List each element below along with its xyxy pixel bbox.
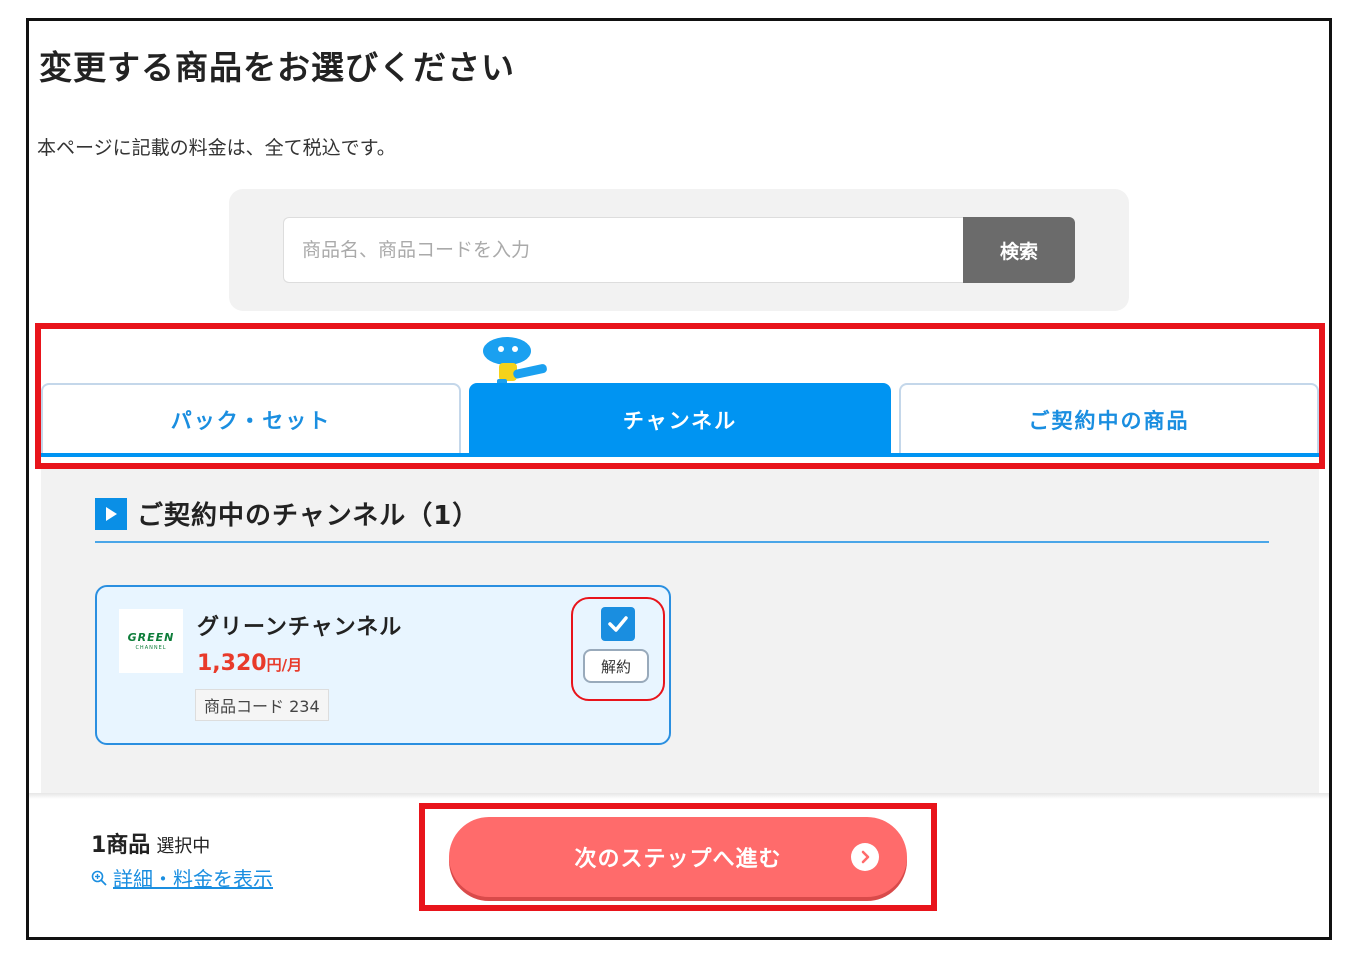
section-divider <box>95 541 1269 543</box>
price-amount: 1,320 <box>197 651 267 676</box>
selected-text: 選択中 <box>156 836 211 857</box>
tab-underline <box>41 453 1319 457</box>
check-icon <box>608 616 628 632</box>
section-title: ご契約中のチャンネル（1） <box>137 501 480 531</box>
page-title: 変更する商品をお選びください <box>39 48 515 87</box>
chevron-right-icon <box>851 843 879 871</box>
tab-bar: パック・セット チャンネル ご契約中の商品 <box>41 329 1319 463</box>
logo-subtext: CHANNEL <box>135 645 167 651</box>
product-name: グリーンチャンネル <box>197 615 403 640</box>
tab-contracted-products[interactable]: ご契約中の商品 <box>899 383 1319 455</box>
zoom-icon <box>91 870 107 886</box>
footer-divider <box>29 793 1329 799</box>
product-card[interactable]: GREEN CHANNEL グリーンチャンネル 1,320円/月 商品コード 2… <box>95 585 671 745</box>
price-unit: 円/月 <box>266 656 303 674</box>
product-code: 商品コード 234 <box>195 689 329 721</box>
tab-channel[interactable]: チャンネル <box>469 383 891 455</box>
play-icon <box>95 497 127 530</box>
product-price: 1,320円/月 <box>197 651 302 676</box>
search-button[interactable]: 検索 <box>963 217 1075 283</box>
detail-price-link[interactable]: 詳細・料金を表示 <box>91 863 273 892</box>
section-heading: ご契約中のチャンネル（1） <box>95 495 479 532</box>
tab-pack-set[interactable]: パック・セット <box>41 383 461 455</box>
channel-list-area: ご契約中のチャンネル（1） GREEN CHANNEL グリーンチャンネル 1,… <box>41 469 1319 799</box>
cancel-checkbox[interactable] <box>601 607 635 641</box>
tax-note: 本ページに記載の料金は、全て税込です。 <box>37 137 396 159</box>
search-panel: 検索 <box>229 189 1129 311</box>
next-step-button[interactable]: 次のステップへ進む <box>449 817 907 897</box>
product-logo: GREEN CHANNEL <box>119 609 183 673</box>
detail-link-text[interactable]: 詳細・料金を表示 <box>113 863 273 892</box>
cancel-label[interactable]: 解約 <box>583 649 649 683</box>
next-step-label: 次のステップへ進む <box>574 847 782 872</box>
selected-count: 1商品 <box>91 833 151 858</box>
logo-text: GREEN <box>127 631 175 644</box>
page-frame: 変更する商品をお選びください 本ページに記載の料金は、全て税込です。 検索 パッ… <box>26 18 1332 940</box>
mascot-icon <box>483 337 547 387</box>
search-input[interactable] <box>283 217 963 283</box>
selected-status: 1商品 選択中 <box>91 827 210 859</box>
